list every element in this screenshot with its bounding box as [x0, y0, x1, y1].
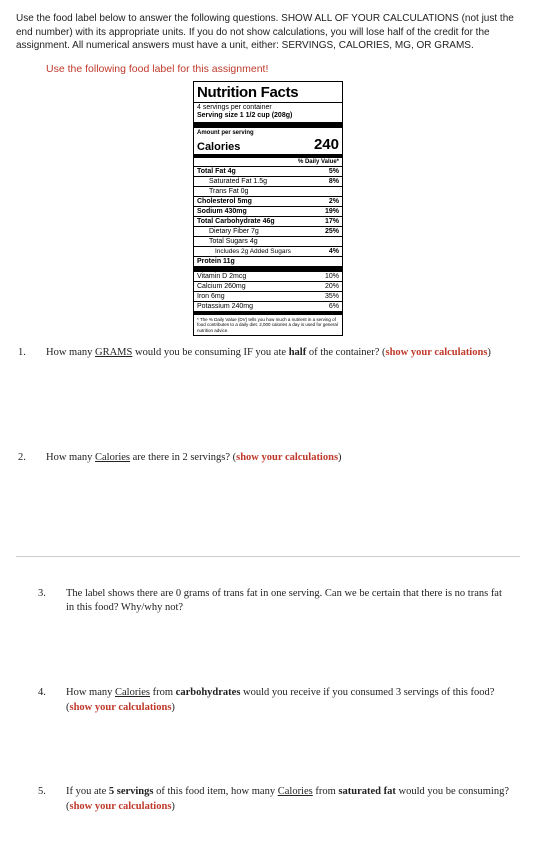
page-divider	[16, 556, 520, 557]
added-sugars-dv: 4%	[329, 248, 339, 255]
q2-text: How many Calories are there in 2 serving…	[46, 451, 520, 466]
label-servings: 4 servings per container Serving size 1 …	[194, 103, 342, 129]
label-footer: * The % Daily Value (DV) tells you how m…	[194, 315, 342, 335]
q4-part: from	[150, 687, 176, 698]
q4-part: How many	[66, 687, 115, 698]
q5-part: )	[171, 801, 175, 812]
q1-part: would you be consuming IF you ate	[132, 347, 288, 358]
q2-part: are there in 2 servings? (	[130, 452, 236, 463]
instructions-text: Use the food label below to answer the f…	[16, 12, 520, 53]
q4-carbs: carbohydrates	[176, 687, 241, 698]
q2-calories: Calories	[95, 452, 130, 463]
sodium-dv: 19%	[325, 208, 339, 215]
amount-per-serving: Amount per serving	[194, 128, 342, 136]
total-carb-label: Total Carbohydrate 46g	[197, 218, 275, 225]
questions-section-1: 1. How many GRAMS would you be consuming…	[16, 346, 520, 465]
calories-value: 240	[314, 136, 339, 153]
added-sugars-label: Includes 2g Added Sugars	[197, 248, 291, 255]
row-sat-fat: Saturated Fat 1.5g 8%	[194, 177, 342, 187]
row-vit-d: Vitamin D 2mcg 10%	[194, 272, 342, 282]
calcium-dv: 20%	[325, 283, 339, 290]
row-fiber: Dietary Fiber 7g 25%	[194, 227, 342, 237]
question-4: 4. How many Calories from carbohydrates …	[36, 686, 520, 715]
vit-d-label: Vitamin D 2mcg	[197, 273, 246, 280]
worksheet-page: Use the food label below to answer the f…	[0, 0, 536, 835]
row-calcium: Calcium 260mg 20%	[194, 282, 342, 292]
q4-calories: Calories	[115, 687, 150, 698]
total-carb-dv: 17%	[325, 218, 339, 225]
nutrition-label: Nutrition Facts 4 servings per container…	[193, 81, 343, 337]
row-added-sugars: Includes 2g Added Sugars 4%	[194, 247, 342, 257]
q1-number: 1.	[16, 346, 46, 361]
row-iron: Iron 6mg 35%	[194, 292, 342, 302]
q2-part: )	[338, 452, 342, 463]
q5-satfat: saturated fat	[338, 786, 395, 797]
total-fat-label: Total Fat 4g	[197, 168, 236, 175]
fiber-dv: 25%	[325, 228, 339, 235]
trans-fat-label: Trans Fat 0g	[197, 188, 248, 195]
cholesterol-label: Cholesterol 5mg	[197, 198, 252, 205]
q5-show-calc: show your calculations	[70, 801, 172, 812]
q3-number: 3.	[36, 587, 66, 616]
row-potassium: Potassium 240mg 6%	[194, 302, 342, 315]
calcium-label: Calcium 260mg	[197, 283, 246, 290]
row-cholesterol: Cholesterol 5mg 2%	[194, 197, 342, 207]
q1-show-calc: show your calculations	[386, 347, 488, 358]
vit-d-dv: 10%	[325, 273, 339, 280]
fiber-label: Dietary Fiber 7g	[197, 228, 259, 235]
row-total-fat: Total Fat 4g 5%	[194, 167, 342, 177]
sodium-label: Sodium 430mg	[197, 208, 247, 215]
label-title: Nutrition Facts	[194, 82, 342, 103]
iron-dv: 35%	[325, 293, 339, 300]
q5-calories: Calories	[278, 786, 313, 797]
question-1: 1. How many GRAMS would you be consuming…	[16, 346, 520, 361]
nutrition-label-wrap: Nutrition Facts 4 servings per container…	[16, 81, 520, 337]
questions-section-2: 3. The label shows there are 0 grams of …	[16, 587, 520, 815]
calories-label: Calories	[197, 141, 240, 153]
row-trans-fat: Trans Fat 0g	[194, 187, 342, 197]
sat-fat-dv: 8%	[329, 178, 339, 185]
servings-per-container: 4 servings per container	[197, 104, 339, 113]
q2-part: How many	[46, 452, 95, 463]
potassium-dv: 6%	[329, 303, 339, 310]
q1-grams: GRAMS	[95, 347, 132, 358]
q1-part: of the container? (	[306, 347, 385, 358]
q4-part: )	[171, 702, 175, 713]
calories-row: Calories 240	[194, 136, 342, 158]
q1-part: )	[487, 347, 491, 358]
row-sugars: Total Sugars 4g	[194, 237, 342, 247]
question-5: 5. If you ate 5 servings of this food it…	[36, 785, 520, 814]
q4-text: How many Calories from carbohydrates wou…	[66, 686, 520, 715]
serving-size: Serving size 1 1/2 cup (208g)	[197, 112, 339, 121]
total-fat-dv: 5%	[329, 168, 339, 175]
row-total-carb: Total Carbohydrate 46g 17%	[194, 217, 342, 227]
q1-part: How many	[46, 347, 95, 358]
sugars-label: Total Sugars 4g	[197, 238, 258, 245]
q5-part: If you ate	[66, 786, 109, 797]
q3-text: The label shows there are 0 grams of tra…	[66, 587, 520, 616]
row-sodium: Sodium 430mg 19%	[194, 207, 342, 217]
iron-label: Iron 6mg	[197, 293, 225, 300]
potassium-label: Potassium 240mg	[197, 303, 253, 310]
q5-text: If you ate 5 servings of this food item,…	[66, 785, 520, 814]
q1-text: How many GRAMS would you be consuming IF…	[46, 346, 520, 361]
q1-half: half	[289, 347, 307, 358]
question-2: 2. How many Calories are there in 2 serv…	[16, 451, 520, 466]
q4-show-calc: show your calculations	[70, 702, 172, 713]
q4-number: 4.	[36, 686, 66, 715]
cholesterol-dv: 2%	[329, 198, 339, 205]
row-protein: Protein 11g	[194, 257, 342, 272]
protein-label: Protein 11g	[197, 258, 235, 265]
q5-number: 5.	[36, 785, 66, 814]
q2-number: 2.	[16, 451, 46, 466]
sat-fat-label: Saturated Fat 1.5g	[197, 178, 267, 185]
q2-show-calc: show your calculations	[236, 452, 338, 463]
q5-part: from	[313, 786, 339, 797]
q5-part: of this food item, how many	[153, 786, 277, 797]
label-heading: Use the following food label for this as…	[46, 63, 520, 75]
dv-header: % Daily Value*	[194, 158, 342, 167]
question-3: 3. The label shows there are 0 grams of …	[36, 587, 520, 616]
q5-servings: 5 servings	[109, 786, 154, 797]
